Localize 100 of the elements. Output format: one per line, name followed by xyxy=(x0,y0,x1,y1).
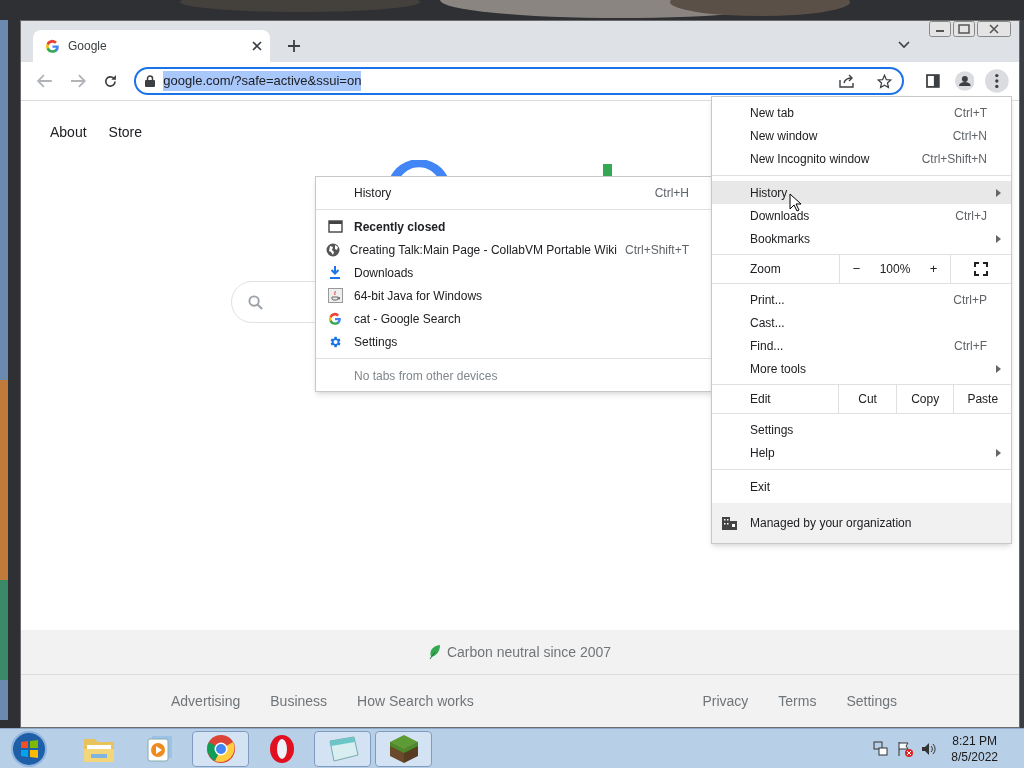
menu-label: Recently closed xyxy=(354,218,447,236)
search-icon xyxy=(248,294,263,310)
menu-label: Settings xyxy=(750,421,794,439)
globe-icon xyxy=(325,242,340,257)
building-icon xyxy=(722,516,737,530)
menu-item[interactable]: Exit xyxy=(712,475,1011,498)
managed-item[interactable]: Managed by your organization xyxy=(712,503,1011,543)
footer-link[interactable]: Advertising xyxy=(171,690,241,712)
menu-item[interactable]: Print... Ctrl+P xyxy=(712,288,1011,311)
menu-item[interactable]: New window Ctrl+N xyxy=(712,124,1011,147)
shortcut-text: Ctrl+T xyxy=(954,104,987,122)
menu-label: Creating Talk:Main Page - CollabVM Portable Wiki xyxy=(349,241,617,259)
menu-item[interactable]: Help xyxy=(712,441,1011,464)
menu-item[interactable]: Bookmarks xyxy=(712,227,1011,250)
share-icon[interactable] xyxy=(838,74,855,88)
zoom-in-button[interactable]: + xyxy=(923,259,944,279)
nav-link[interactable]: About xyxy=(50,122,87,143)
maximize-icon[interactable] xyxy=(953,21,975,37)
menu-label: Bookmarks xyxy=(750,230,811,248)
menu-item[interactable]: History xyxy=(712,181,1011,204)
leaf-icon xyxy=(428,645,441,659)
carbon-neutral-text: Carbon neutral since 2007 xyxy=(446,642,612,662)
grass-block-icon xyxy=(388,733,419,764)
shortcut-text: Ctrl+N xyxy=(952,127,987,145)
menu-item[interactable]: Recently closed xyxy=(316,215,713,238)
menu-item[interactable]: 64-bit Java for Windows xyxy=(316,284,713,307)
menu-item[interactable]: Cast... xyxy=(712,311,1011,334)
menu-label: 64-bit Java for Windows xyxy=(354,287,484,305)
menu-label: Print... xyxy=(750,291,785,309)
google-icon xyxy=(45,38,60,54)
menu-item[interactable]: More tools xyxy=(712,357,1011,380)
cup-icon xyxy=(327,288,343,303)
menu-item[interactable]: Downloads Ctrl+J xyxy=(712,204,1011,227)
opera-icon xyxy=(268,733,295,764)
clock-time: 8:21 PM xyxy=(952,732,997,749)
chevron-down-icon[interactable] xyxy=(898,41,910,49)
submenu-arrow-icon xyxy=(996,448,1001,457)
network-icon[interactable] xyxy=(873,740,890,757)
menu-note: No tabs from other devices xyxy=(354,367,498,385)
media-player-icon xyxy=(146,734,173,763)
menu-label: New window xyxy=(750,127,818,145)
shortcut-text: Ctrl+Shift+N xyxy=(921,150,987,168)
shortcut-text: Ctrl+H xyxy=(654,184,689,202)
close-icon[interactable] xyxy=(252,41,262,51)
menu-label: cat - Google Search xyxy=(354,310,462,328)
footer-link[interactable]: Business xyxy=(270,690,328,712)
start-button[interactable] xyxy=(10,729,48,768)
fullscreen-icon[interactable] xyxy=(974,262,988,276)
profile-icon[interactable] xyxy=(954,71,975,91)
new-tab-icon[interactable] xyxy=(288,40,300,52)
nav-link[interactable]: Store xyxy=(108,122,143,143)
taskbar-app-button[interactable] xyxy=(375,730,432,767)
footer-link[interactable]: Privacy xyxy=(702,690,749,712)
flag-icon[interactable] xyxy=(897,740,914,757)
clock-date: 8/5/2022 xyxy=(951,748,998,765)
google-icon xyxy=(328,311,342,326)
menu-label: History xyxy=(354,184,393,202)
minimize-icon[interactable] xyxy=(929,21,951,37)
window-icon xyxy=(327,220,343,233)
menu-label: More tools xyxy=(750,360,807,378)
close-icon[interactable] xyxy=(977,21,1011,37)
shortcut-text: Ctrl+Shift+T xyxy=(624,241,689,259)
menu-item[interactable]: Settings xyxy=(712,418,1011,441)
menu-label: Settings xyxy=(354,333,399,351)
menu-item[interactable]: Settings xyxy=(316,330,713,353)
menu-item[interactable]: New Incognito window Ctrl+Shift+N xyxy=(712,147,1011,170)
shortcut-text: Ctrl+J xyxy=(955,207,987,225)
download-icon xyxy=(329,266,341,279)
taskbar-app-button[interactable] xyxy=(192,730,249,767)
menu-item[interactable]: Creating Talk:Main Page - CollabVM Portable Wiki Ctrl+Shift+T xyxy=(316,238,713,261)
menu-label: History xyxy=(750,184,788,202)
menu-item[interactable]: New tab Ctrl+T xyxy=(712,101,1011,124)
shortcut-text: Ctrl+F xyxy=(954,337,987,355)
menu-icon[interactable] xyxy=(985,69,1010,93)
menu-item[interactable]: Downloads xyxy=(316,261,713,284)
menu-label: Edit xyxy=(749,391,772,408)
star-icon[interactable] xyxy=(876,73,892,89)
footer-link[interactable]: Terms xyxy=(778,690,817,712)
clock[interactable]: 8:21 PM 8/5/2022 xyxy=(951,732,998,765)
menu-item[interactable]: History Ctrl+H xyxy=(316,181,713,204)
menu-item[interactable]: Find... Ctrl+F xyxy=(712,334,1011,357)
reload-icon[interactable] xyxy=(102,73,118,89)
settings-icon xyxy=(328,334,342,349)
footer-link[interactable]: How Search works xyxy=(357,690,474,712)
menu-item[interactable]: cat - Google Search xyxy=(316,307,713,330)
lock-icon xyxy=(145,75,156,87)
chrome-icon xyxy=(205,733,236,764)
mouse-cursor-icon xyxy=(789,193,801,212)
footer-link[interactable]: Settings xyxy=(846,690,897,712)
browser-tab[interactable]: Google xyxy=(33,30,270,62)
managed-text: Managed by your organization xyxy=(750,515,912,532)
side-panel-icon[interactable] xyxy=(925,74,940,88)
edit-action-button[interactable]: Copy xyxy=(895,385,954,413)
zoom-out-button[interactable]: − xyxy=(846,259,867,279)
edit-action-button[interactable]: Paste xyxy=(953,385,1011,413)
shortcut-text: Ctrl+P xyxy=(953,291,987,309)
address-bar[interactable]: google.com/?safe=active&ssui=on xyxy=(134,67,904,95)
menu-label: New Incognito window xyxy=(750,150,870,168)
menu-label: Zoom xyxy=(749,261,782,278)
edit-action-button[interactable]: Cut xyxy=(838,385,896,413)
